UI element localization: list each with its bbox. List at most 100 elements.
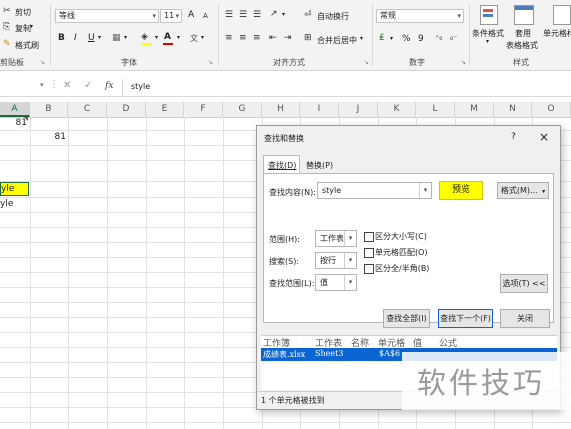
conditional-formatting-icon[interactable]	[480, 5, 498, 25]
comma-button[interactable]: 9	[418, 34, 424, 44]
align-center-icon[interactable]: ≡	[239, 32, 247, 44]
cell-b2[interactable]: 81	[30, 131, 66, 144]
column-header[interactable]: N	[494, 102, 532, 117]
within-select[interactable]: 工作表 ▾	[315, 230, 357, 247]
close-button[interactable]: 关闭	[500, 309, 550, 328]
column-header[interactable]: H	[262, 102, 300, 117]
match-entire-label[interactable]: 单元格匹配(O)	[375, 247, 428, 258]
percent-button[interactable]: %	[402, 34, 411, 44]
scissors-icon[interactable]: ✂	[3, 5, 11, 17]
underline-dropdown-icon[interactable]: ▾	[98, 34, 101, 41]
border-dropdown-icon[interactable]: ▾	[124, 34, 127, 41]
align-bottom-icon[interactable]: ☰	[253, 9, 261, 21]
wrap-text-button[interactable]: 自动换行	[317, 11, 349, 22]
column-header[interactable]: E	[146, 102, 184, 117]
number-format-select[interactable]: 常规 ▾	[376, 9, 464, 23]
alignment-launcher-icon[interactable]: ↘	[364, 59, 369, 66]
orientation-dropdown-icon[interactable]: ▾	[282, 11, 285, 18]
search-select[interactable]: 按行 ▾	[315, 252, 357, 269]
increase-indent-icon[interactable]: ⇥	[284, 32, 292, 44]
copy-icon[interactable]: ⎘	[3, 21, 10, 33]
number-launcher-icon[interactable]: ↘	[461, 59, 466, 66]
preview-button[interactable]: 预览	[439, 181, 483, 200]
match-width-label[interactable]: 区分全/半角(B)	[375, 263, 429, 274]
cancel-icon[interactable]: ✕	[63, 80, 71, 91]
column-header[interactable]: M	[455, 102, 494, 117]
fill-dropdown-icon[interactable]: ▾	[155, 34, 158, 41]
table-format-label-2[interactable]: 表格格式	[506, 40, 538, 51]
merge-center-button[interactable]: 合并后居中	[317, 35, 357, 46]
currency-dropdown-icon[interactable]: ▾	[390, 35, 393, 42]
help-button[interactable]: ?	[511, 132, 516, 142]
tab-replace[interactable]: 替换(P)	[303, 157, 335, 173]
grow-font-button[interactable]: A	[188, 10, 194, 20]
copy-dropdown-icon[interactable]: ▾	[30, 23, 33, 30]
look-in-select[interactable]: 值 ▾	[315, 274, 357, 291]
decrease-decimal-icon[interactable]: ₀⁻	[450, 32, 457, 44]
column-header[interactable]: K	[378, 102, 416, 117]
enter-icon[interactable]: ✓	[84, 80, 92, 91]
bold-button[interactable]: B	[58, 33, 65, 43]
font-size-select[interactable]: 11 ▾	[160, 9, 182, 23]
fill-color-icon[interactable]: ◈	[141, 31, 148, 43]
match-case-label[interactable]: 区分大小写(C)	[375, 231, 427, 242]
format-button[interactable]: 格式(M)... ▾	[497, 182, 549, 199]
cell-a5[interactable]: yle	[0, 182, 29, 196]
table-format-icon[interactable]	[514, 5, 534, 25]
column-header[interactable]: A	[0, 102, 30, 117]
cell-a6[interactable]: yle	[0, 198, 29, 211]
currency-icon[interactable]: ₤	[379, 32, 385, 44]
align-top-icon[interactable]: ☰	[225, 9, 233, 21]
font-color-dropdown-icon[interactable]: ▾	[177, 34, 180, 41]
font-launcher-icon[interactable]: ↘	[208, 59, 213, 66]
column-header[interactable]: C	[68, 102, 107, 117]
merge-dropdown-icon[interactable]: ▾	[360, 35, 363, 42]
decrease-indent-icon[interactable]: ⇤	[269, 32, 277, 44]
column-header[interactable]: F	[184, 102, 223, 117]
name-box[interactable]	[0, 80, 36, 94]
align-left-icon[interactable]: ≡	[225, 32, 233, 44]
increase-decimal-icon[interactable]: ⁺₀	[435, 32, 442, 44]
align-right-icon[interactable]: ≡	[253, 32, 261, 44]
column-header[interactable]: I	[300, 102, 339, 117]
shrink-font-button[interactable]: A	[203, 12, 208, 20]
merge-icon[interactable]: ⊞	[304, 32, 312, 44]
align-middle-icon[interactable]: ☰	[239, 9, 247, 21]
column-header[interactable]: J	[339, 102, 378, 117]
match-width-checkbox[interactable]	[364, 264, 374, 274]
match-entire-checkbox[interactable]	[364, 248, 374, 258]
cell-styles-button[interactable]: 单元格样	[543, 28, 571, 39]
italic-button[interactable]: I	[74, 33, 77, 43]
copy-button[interactable]: 复制	[15, 23, 31, 34]
find-what-input[interactable]: style ▾	[317, 182, 432, 199]
chevron-down-icon[interactable]: ▾	[419, 183, 431, 198]
column-header[interactable]: D	[107, 102, 146, 117]
options-button[interactable]: 选项(T) <<	[500, 274, 548, 293]
column-header[interactable]: G	[223, 102, 262, 117]
clipboard-launcher-icon[interactable]: ↘	[40, 59, 45, 66]
match-case-checkbox[interactable]	[364, 232, 374, 242]
find-all-button[interactable]: 查找全部(I)	[383, 309, 430, 328]
column-header[interactable]: B	[30, 102, 68, 117]
cell-styles-icon[interactable]	[553, 5, 571, 25]
insert-function-icon[interactable]: fx	[105, 81, 113, 91]
column-header[interactable]: O	[532, 102, 571, 117]
font-name-select[interactable]: 等线 ▾	[55, 9, 159, 23]
border-icon[interactable]: ▦	[112, 32, 121, 44]
phonetic-button[interactable]: 文	[190, 33, 198, 44]
orientation-icon[interactable]: ↗	[270, 8, 278, 20]
tab-find[interactable]: 查找(D)	[263, 155, 300, 173]
font-color-button[interactable]: A	[164, 32, 171, 42]
format-painter-icon[interactable]: ✎	[3, 38, 11, 50]
table-format-button[interactable]: 套用	[515, 28, 531, 39]
find-next-button[interactable]: 查找下一个(F)	[438, 309, 493, 328]
cut-button[interactable]: 剪切	[15, 7, 31, 18]
format-painter-button[interactable]: 格式刷	[15, 40, 39, 51]
underline-button[interactable]: U	[88, 33, 95, 43]
name-box-dropdown-icon[interactable]: ▾	[40, 81, 44, 89]
column-header[interactable]: L	[416, 102, 455, 117]
wrap-text-icon[interactable]: ⏎	[304, 9, 312, 21]
formula-input[interactable]: style	[131, 82, 150, 91]
phonetic-dropdown-icon[interactable]: ▾	[201, 34, 204, 41]
close-icon[interactable]: ×	[539, 130, 549, 144]
